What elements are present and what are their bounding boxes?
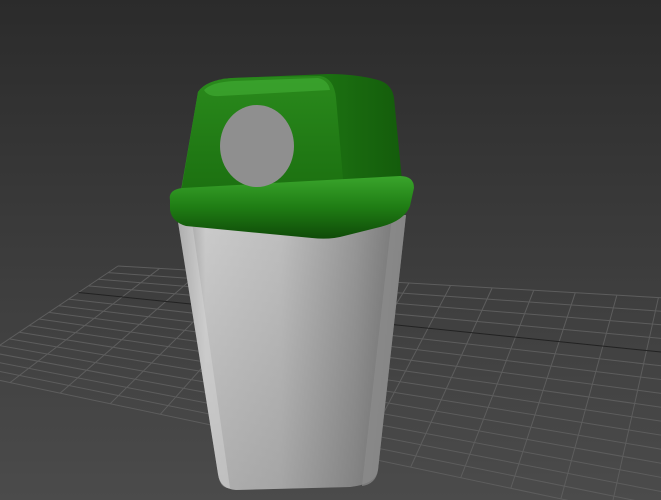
3d-viewport[interactable] xyxy=(0,0,661,500)
lid-opening xyxy=(220,105,294,187)
trash-bin-model[interactable] xyxy=(169,74,414,490)
viewport-scene[interactable] xyxy=(0,0,661,500)
